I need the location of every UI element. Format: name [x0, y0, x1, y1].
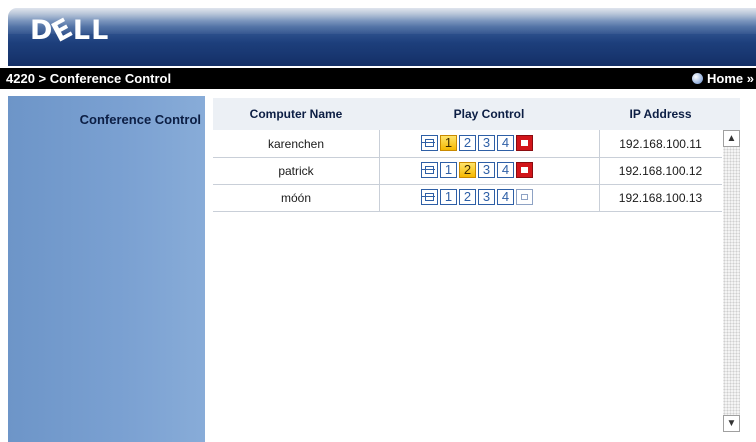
table-row: karenchen 1 2 3 4 192.168.100.11 — [213, 130, 722, 158]
column-header-computer-name: Computer Name — [249, 107, 343, 121]
column-header-ip-address: IP Address — [629, 107, 692, 121]
play-control-group: 1234 — [421, 189, 533, 205]
quadrant-button-4[interactable]: 4 — [497, 189, 514, 205]
ip-address: 192.168.100.11 — [619, 137, 702, 151]
computer-name: móón — [280, 191, 312, 205]
column-divider — [379, 157, 380, 184]
fullscreen-button[interactable] — [421, 135, 438, 151]
stop-button[interactable] — [516, 189, 533, 205]
stop-button[interactable] — [516, 135, 533, 151]
fullscreen-button[interactable] — [421, 162, 438, 178]
home-label: Home » — [707, 71, 754, 86]
fullscreen-icon — [422, 166, 435, 174]
dell-header-banner: DELL — [8, 8, 756, 66]
table-row: móón 1 2 3 4 192.168.100.13 — [213, 184, 722, 212]
scroll-up-button[interactable]: ▲ — [723, 130, 740, 147]
table-row: patrick 1 2 3 4 192.168.100.12 — [213, 157, 722, 185]
sidebar-item-conference-control[interactable]: Conference Control — [80, 112, 201, 127]
stop-icon — [521, 194, 528, 200]
quadrant-button-2[interactable]: 2 — [459, 162, 476, 178]
sidebar: Conference Control — [8, 96, 205, 442]
computer-name: karenchen — [267, 137, 325, 151]
scrollbar[interactable]: ▲ ▼ — [723, 130, 740, 432]
computer-name: patrick — [278, 164, 314, 178]
home-link[interactable]: Home » — [692, 71, 754, 86]
quadrant-button-2[interactable]: 2 — [459, 189, 476, 205]
fullscreen-icon — [422, 193, 435, 201]
nav-bar: 4220 > Conference Control Home » — [0, 68, 756, 89]
column-divider — [379, 184, 380, 211]
quadrant-button-1[interactable]: 1 — [440, 189, 457, 205]
stop-icon — [521, 140, 528, 146]
home-icon — [692, 73, 704, 84]
play-control-group: 1234 — [421, 162, 533, 178]
dell-logo: DELL — [30, 12, 110, 49]
fullscreen-icon — [422, 139, 435, 147]
table-header: Computer Name Play Control IP Address — [213, 98, 740, 130]
column-divider — [379, 130, 380, 157]
header-gloss — [8, 8, 756, 34]
fullscreen-button[interactable] — [421, 189, 438, 205]
quadrant-button-1[interactable]: 1 — [440, 162, 457, 178]
play-control-group: 1234 — [421, 135, 533, 151]
ip-address: 192.168.100.12 — [618, 164, 703, 178]
scroll-down-button[interactable]: ▼ — [723, 415, 740, 432]
quadrant-button-3[interactable]: 3 — [478, 162, 495, 178]
quadrant-button-4[interactable]: 4 — [497, 135, 514, 151]
ip-address: 192.168.100.13 — [618, 191, 703, 205]
quadrant-button-2[interactable]: 2 — [459, 135, 476, 151]
breadcrumb: 4220 > Conference Control — [6, 71, 172, 86]
quadrant-button-4[interactable]: 4 — [497, 162, 514, 178]
quadrant-button-1[interactable]: 1 — [440, 135, 457, 151]
stop-button[interactable] — [516, 162, 533, 178]
quadrant-button-3[interactable]: 3 — [478, 135, 495, 151]
quadrant-button-3[interactable]: 3 — [478, 189, 495, 205]
stop-icon — [521, 167, 528, 173]
column-header-play-control: Play Control — [453, 107, 525, 121]
computer-table: karenchen 1 2 3 4 192.168.100.11 patrick 1 2 3 4 19… — [213, 130, 722, 442]
